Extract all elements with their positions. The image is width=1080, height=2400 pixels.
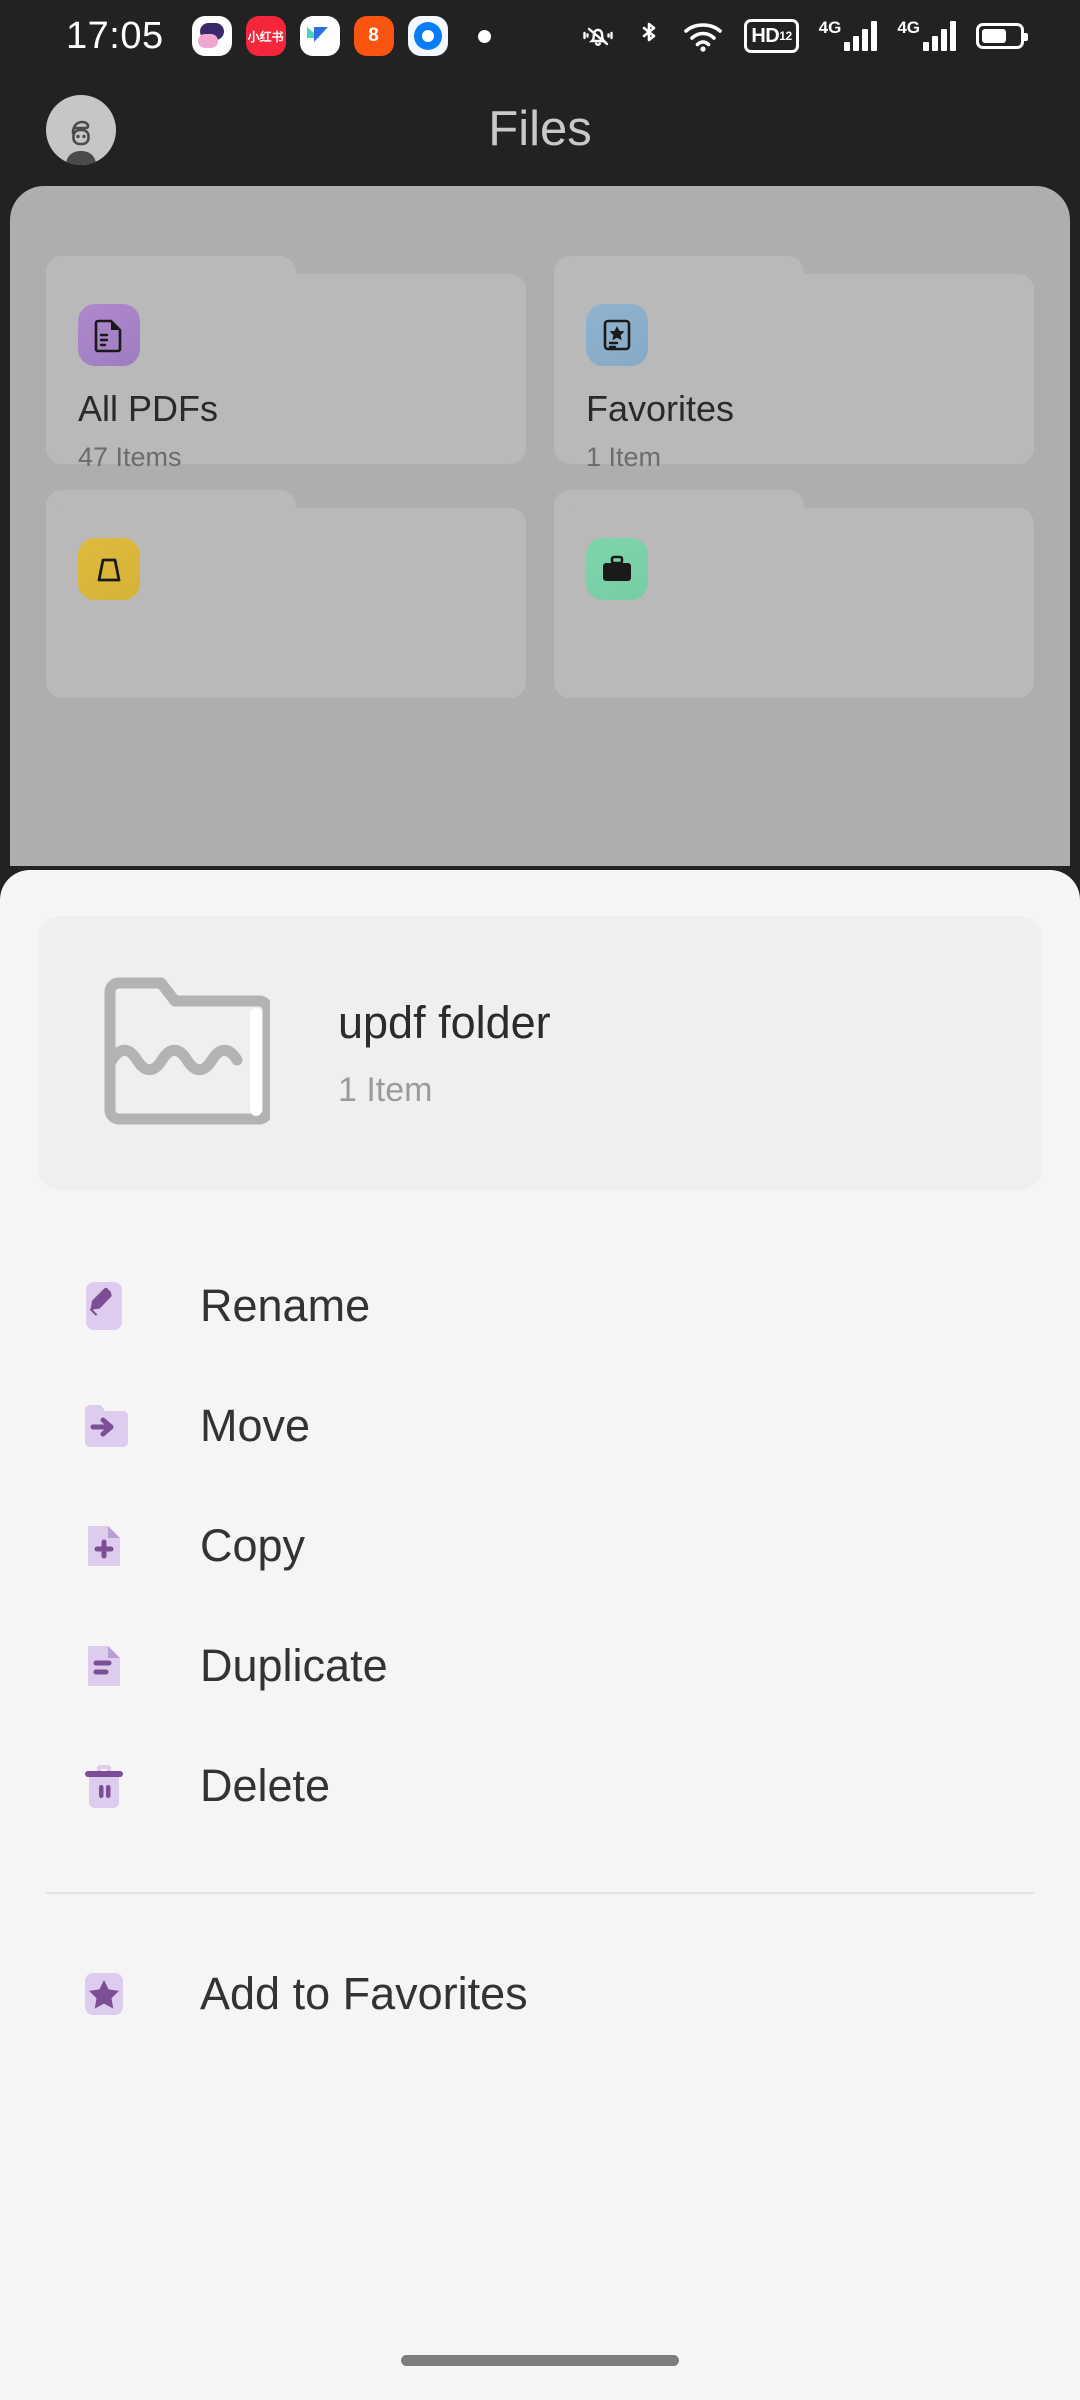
scanned-document-icon [78,538,140,600]
file-duplicate-icon [76,1638,132,1694]
menu-divider [46,1892,1034,1894]
sheet-folder-text: updf folder 1 Item [338,997,551,1110]
folder-count: 47 Items [78,442,182,472]
app-bar: Files [0,72,1080,186]
action-label: Duplicate [200,1640,388,1691]
messages-app-icon [191,16,232,56]
sheet-folder-name: updf folder [338,996,551,1048]
action-label: Delete [200,1760,331,1811]
signal-4g-sim1-icon: 4G [818,18,878,51]
action-copy[interactable]: Copy [0,1486,1080,1606]
bluetooth-icon [636,18,662,54]
kuaishou-app-icon: 8 [353,16,394,56]
action-label: Move [200,1400,311,1451]
folder-actions-sheet: updf folder 1 Item Rename Move Copy Dupl… [0,870,1080,2400]
folder-name: Favorites [586,388,735,429]
action-move[interactable]: Move [0,1366,1080,1486]
folder-card-work[interactable] [554,490,1034,698]
star-icon [76,1966,132,2022]
folder-name: All PDFs [78,388,219,429]
action-label: Rename [200,1280,371,1331]
briefcase-icon [586,538,648,600]
xiaohongshu-label: 小红书 [247,29,284,44]
folder-card-body: Favorites 1 Item [554,274,1034,472]
action-label: Copy [200,1520,306,1571]
xiaohongshu-app-icon: 小红书 [245,16,286,56]
hd-voice-icon: HD 1 2 [744,19,799,53]
folder-move-icon [76,1398,132,1454]
folder-card-favorites[interactable]: Favorites 1 Item [554,256,1034,472]
folder-grid: All PDFs 47 Items Favorites 1 Item [10,256,1070,698]
home-indicator[interactable] [401,2355,679,2366]
hd-label: HD [751,24,780,47]
action-label: Add to Favorites [200,1968,528,2019]
file-copy-icon [76,1518,132,1574]
sheet-folder-count: 1 Item [338,1070,433,1109]
status-bar: 17:05 小红书 8 HD 1 2 4G 4G [0,0,1080,72]
pencil-icon [76,1278,132,1334]
sheet-folder-summary: updf folder 1 Item [38,916,1042,1190]
network-label-2: 4G [897,18,920,37]
action-rename[interactable]: Rename [0,1246,1080,1366]
notification-icons: 小红书 8 [191,16,491,56]
favorite-document-icon [586,304,648,366]
pdf-document-icon [78,304,140,366]
alipay-app-icon [407,16,448,56]
signal-bars-1 [844,21,878,51]
wps-app-icon [299,16,340,56]
more-notifications-dot [477,29,491,43]
folder-icon [98,976,274,1131]
signal-4g-sim2-icon: 4G [897,18,956,51]
battery-icon [976,23,1028,49]
silent-vibrate-icon [580,19,616,53]
folder-card-all-pdfs[interactable]: All PDFs 47 Items [46,256,526,472]
folder-card-body: All PDFs 47 Items [46,274,526,472]
trash-icon [76,1758,132,1814]
action-delete[interactable]: Delete [0,1726,1080,1846]
action-add-to-favorites[interactable]: Add to Favorites [0,1934,1080,2054]
wifi-icon [682,19,724,53]
phone-screen: 17:05 小红书 8 HD 1 2 4G 4G Files All PDFs … [0,0,1080,2400]
folder-card-scanned[interactable] [46,490,526,698]
signal-bars-2 [923,21,956,51]
status-bar-clock: 17:05 [66,14,164,57]
page-title: Files [488,102,592,156]
folder-count: 1 Item [586,442,662,472]
action-menu: Rename Move Copy Duplicate Delete Add to… [0,1246,1080,2054]
kuaishou-label: 8 [368,25,379,46]
status-indicators: HD 1 2 4G 4G [580,18,1028,54]
network-label-1: 4G [818,18,842,37]
action-duplicate[interactable]: Duplicate [0,1606,1080,1726]
folder-card-body [46,508,526,698]
hd-sub: 2 [785,29,792,43]
files-content-dimmed: All PDFs 47 Items Favorites 1 Item [10,186,1070,866]
folder-card-body [554,508,1034,698]
